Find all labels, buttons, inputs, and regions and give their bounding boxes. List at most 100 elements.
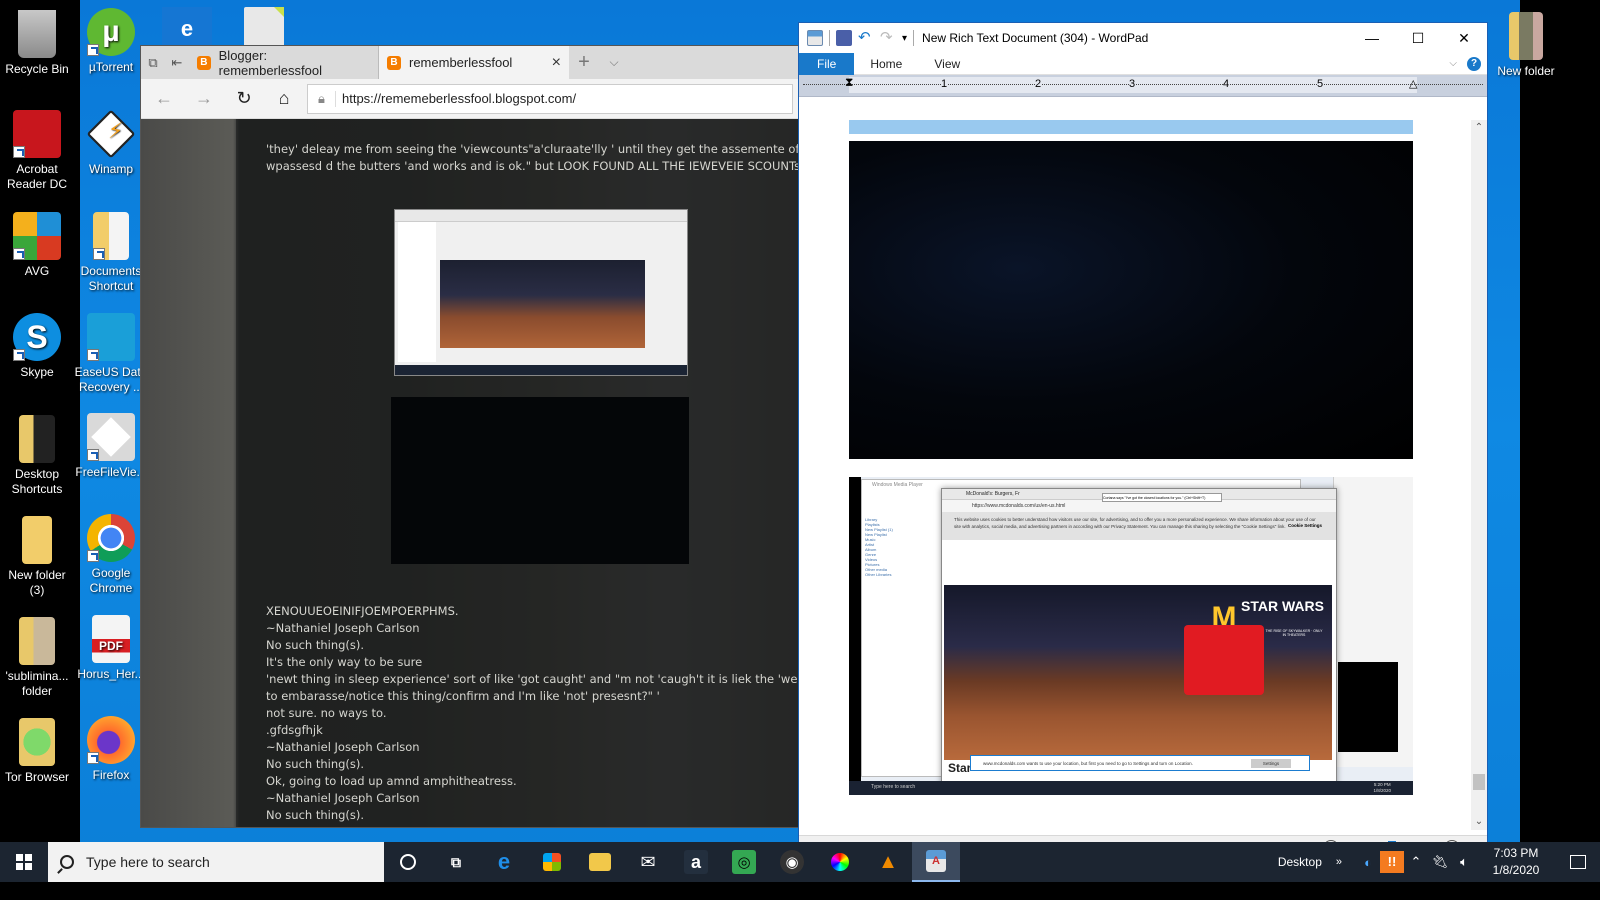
embedded-dark-image[interactable] <box>849 141 1413 459</box>
set-aside-tabs-icon[interactable]: ⇤ <box>165 46 189 79</box>
acrobat-icon <box>13 110 61 158</box>
taskbar-file-explorer[interactable] <box>576 842 624 882</box>
tab-home[interactable]: Home <box>854 53 918 75</box>
desktop-icon-horus-pdf[interactable]: PDF Horus_Her... <box>74 615 148 682</box>
tab-bar: ⧉ ⇤ B Blogger: rememberlessfool B rememb… <box>141 46 799 79</box>
customize-toolbar-icon[interactable]: ▾ <box>902 33 907 44</box>
ribbon-expand-chevron-icon[interactable]: ⌵ <box>1449 58 1457 69</box>
taskbar-edge[interactable]: e <box>480 842 528 882</box>
right-indent-marker[interactable]: △ <box>1409 77 1417 90</box>
close-button[interactable]: ✕ <box>1441 23 1487 53</box>
minimize-button[interactable]: — <box>1349 23 1395 53</box>
redo-icon[interactable]: ↷ <box>880 30 896 46</box>
left-indent-marker[interactable]: ⧗ <box>845 75 853 90</box>
toolbar-overflow-icon[interactable]: » <box>1336 856 1342 868</box>
document-icon[interactable] <box>244 7 284 47</box>
home-button[interactable]: ⌂ <box>267 88 301 109</box>
tab-view[interactable]: View <box>918 53 976 75</box>
folder-icon <box>22 516 52 564</box>
scroll-up-icon[interactable]: ⌃ <box>1471 120 1487 136</box>
taskbar-task-view[interactable]: ⧉ <box>432 842 480 882</box>
action-center-icon[interactable] <box>1556 855 1600 869</box>
desktop-icon-tor-browser[interactable]: Tor Browser <box>0 718 74 785</box>
scroll-down-icon[interactable]: ⌄ <box>1471 814 1487 830</box>
chrome-icon <box>87 514 135 562</box>
ribbon-tabs: File Home View ⌵ ? <box>799 52 1487 75</box>
tab-file[interactable]: File <box>799 52 855 75</box>
desktop-icon-subliminal-folder[interactable]: 'sublimina... folder <box>0 617 74 699</box>
taskbar-color-app[interactable] <box>816 842 864 882</box>
url-text: https://rememeberlessfool.blogspot.com/ <box>342 91 577 106</box>
taskbar-cortana[interactable] <box>384 842 432 882</box>
taskbar-vlc[interactable]: ▲ <box>864 842 912 882</box>
taskbar-tripadvisor[interactable]: ◎ <box>720 842 768 882</box>
show-hidden-icons-chevron[interactable]: ⌃ <box>1404 854 1428 870</box>
amazon-icon: a <box>684 850 708 874</box>
close-tab-icon[interactable]: × <box>552 54 561 72</box>
help-icon[interactable]: ? <box>1467 56 1481 71</box>
folder-icon <box>589 853 611 871</box>
tab-blogger[interactable]: B Blogger: rememberlessfool <box>189 46 379 79</box>
mail-icon: ✉ <box>640 851 656 872</box>
desktop-icon-avg[interactable]: AVG <box>0 212 74 279</box>
taskbar-store[interactable] <box>528 842 576 882</box>
avg-icon <box>13 212 61 260</box>
desktop-icon-new-folder[interactable]: New folder <box>1489 12 1563 79</box>
volume-icon[interactable]: 🔈︎ <box>1452 854 1476 870</box>
desktop-icon-acrobat[interactable]: Acrobat Reader DC <box>0 110 74 192</box>
alert-app-icon[interactable]: !! <box>1380 851 1404 873</box>
scrollbar-thumb[interactable] <box>1473 774 1485 790</box>
document-area[interactable]: Windows Media Player Library Playlists N… <box>799 120 1471 830</box>
forward-button[interactable]: → <box>187 88 221 109</box>
vertical-scrollbar[interactable]: ⌃ ⌄ <box>1471 120 1487 830</box>
wordpad-app-icon[interactable] <box>807 30 823 46</box>
taskbar-search[interactable]: Type here to search <box>48 842 384 882</box>
desktop-icon-desktop-shortcuts[interactable]: Desktop Shortcuts <box>0 415 74 497</box>
tab-preview-icon[interactable]: ⧉ <box>141 46 165 79</box>
post-screenshot-image[interactable] <box>394 209 688 376</box>
tab-menu-chevron-icon[interactable]: ⌵ <box>599 55 629 70</box>
skype-icon: S <box>13 313 61 361</box>
desktop-icon-freefileviewer[interactable]: FreeFileVie... <box>74 413 148 480</box>
start-button[interactable] <box>0 842 48 882</box>
edge-icon[interactable]: e <box>162 7 212 47</box>
folder-icon <box>19 617 55 665</box>
clock[interactable]: 7:03 PM 1/8/2020 <box>1476 845 1556 879</box>
recycle-bin-icon <box>18 10 56 58</box>
ruler[interactable]: ⧗ 1 2 3 4 5 △ <box>799 75 1487 97</box>
save-icon[interactable] <box>836 30 852 46</box>
embedded-screenshot[interactable]: Windows Media Player Library Playlists N… <box>849 477 1413 795</box>
desktop-icon-firefox[interactable]: Firefox <box>74 716 148 783</box>
desktop-icon-recycle-bin[interactable]: Recycle Bin <box>0 10 74 77</box>
network-globe-icon[interactable]: ◐ <box>1356 855 1380 870</box>
taskbar-wordpad[interactable]: A <box>912 842 960 882</box>
post-dark-image[interactable] <box>391 397 689 564</box>
back-button[interactable]: ← <box>147 88 181 109</box>
desktop-icon-chrome[interactable]: Google Chrome <box>74 514 148 596</box>
desktop-icon-winamp[interactable]: ⚡ Winamp <box>74 109 148 177</box>
desktop-toolbar-label[interactable]: Desktop <box>1278 855 1322 869</box>
tab-rememberlessfool[interactable]: B rememberlessfool × <box>379 46 569 79</box>
power-icon[interactable]: 🔌︎ <box>1428 854 1452 870</box>
desktop-background-right <box>1520 0 1600 860</box>
desktop-icon-utorrent[interactable]: µ µTorrent <box>74 8 148 75</box>
desktop-icon-documents[interactable]: Documents Shortcut <box>74 212 148 294</box>
media-player-nav: Library Playlists New Playlist (1) New P… <box>865 517 893 577</box>
cortana-icon <box>400 854 416 870</box>
taskbar-amazon[interactable]: a <box>672 842 720 882</box>
easeus-icon <box>87 313 135 361</box>
post-text-top: 'they' deleay me from seeing the 'viewco… <box>266 142 799 173</box>
taskbar-mail[interactable]: ✉ <box>624 842 672 882</box>
address-bar[interactable]: 🔒︎ https://rememeberlessfool.blogspot.co… <box>307 83 793 114</box>
maximize-button[interactable]: ☐ <box>1395 23 1441 53</box>
tripadvisor-icon: ◎ <box>732 850 756 874</box>
desktop-icon-skype[interactable]: S Skype <box>0 313 74 380</box>
new-tab-button[interactable]: + <box>569 51 599 74</box>
desktop-icon-easeus[interactable]: EaseUS Data Recovery ... <box>74 313 148 395</box>
desktop-icon-new-folder-3[interactable]: New folder (3) <box>0 516 74 598</box>
taskbar-camera[interactable]: ◉ <box>768 842 816 882</box>
undo-icon[interactable]: ↶ <box>858 30 874 46</box>
tor-icon <box>19 718 55 766</box>
refresh-button[interactable]: ↻ <box>227 88 261 109</box>
promo-banner: M STAR WARS THE RISE OF SKYWALKER · ONLY… <box>944 585 1332 760</box>
